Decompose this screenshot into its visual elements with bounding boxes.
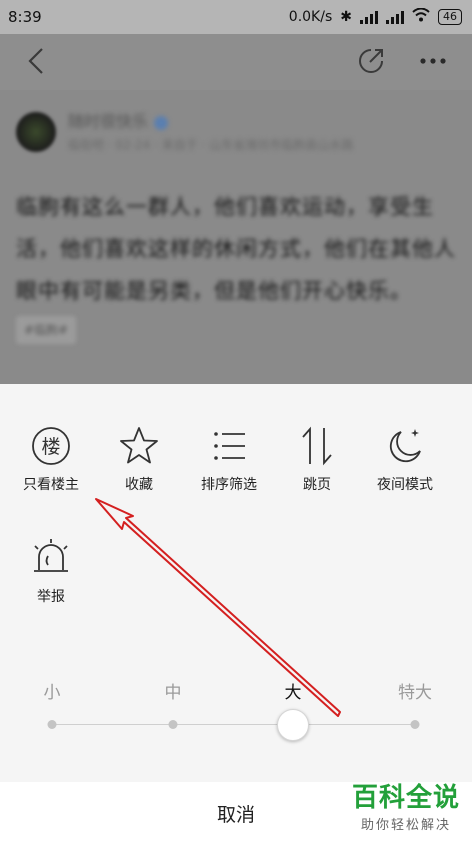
status-bar: 8:39 0.0K/s ✱ 46 xyxy=(0,0,472,34)
font-size-slider-thumb[interactable] xyxy=(277,709,309,741)
slider-dot xyxy=(410,720,420,729)
post-meta: 临街吧 · 02-24 · 来自于 · 山东省潍坊市临朐县山水路 xyxy=(68,138,354,152)
font-size-xlarge[interactable]: 特大 xyxy=(398,678,432,703)
action-night-mode[interactable]: 夜间模式 xyxy=(358,424,452,494)
signal-icon-2 xyxy=(386,10,404,24)
top-bar xyxy=(0,34,472,90)
jump-page-icon xyxy=(302,426,332,466)
action-only-op[interactable]: 楼 只看楼主 xyxy=(4,424,98,494)
back-arrow-icon[interactable] xyxy=(22,46,52,76)
status-icons: 0.0K/s ✱ 46 xyxy=(288,7,462,26)
action-label: 举报 xyxy=(37,589,65,605)
lou-circle-icon: 楼 xyxy=(32,427,70,465)
lou-glyph: 楼 xyxy=(41,436,60,458)
slider-dot xyxy=(168,720,178,729)
watermark-title: 百科全说 xyxy=(351,783,460,813)
avatar xyxy=(16,112,56,152)
wifi-icon xyxy=(412,7,430,26)
action-label: 夜间模式 xyxy=(377,477,433,493)
font-size-medium[interactable]: 中 xyxy=(165,678,182,703)
post-tag: #临朐# xyxy=(16,316,77,344)
action-label: 只看楼主 xyxy=(23,477,79,493)
action-favorite[interactable]: 收藏 xyxy=(92,424,186,494)
night-moon-icon xyxy=(389,429,421,463)
report-alarm-icon xyxy=(34,539,68,572)
post-body: 临朐有这么一群人，他们喜欢运动，享受生活，他们喜欢这样的休闲方式，他们在其他人眼… xyxy=(16,195,456,303)
font-size-large[interactable]: 大 xyxy=(285,678,302,703)
watermark-logo: 百科全说 助你轻松解决 xyxy=(352,782,460,833)
action-sort-filter[interactable]: 排序筛选 xyxy=(182,424,276,494)
post-content: 随时很快乐 临街吧 · 02-24 · 来自于 · 山东省潍坊市临朐县山水路 临… xyxy=(0,90,472,384)
watermark-subtitle: 助你轻松解决 xyxy=(360,818,451,833)
action-jump-page[interactable]: 跳页 xyxy=(270,424,364,494)
network-speed: 0.0K/s xyxy=(288,9,333,25)
post-author: 随时很快乐 xyxy=(68,108,169,132)
action-report[interactable]: 举报 xyxy=(4,536,98,606)
signal-icon xyxy=(360,10,378,24)
action-label: 排序筛选 xyxy=(201,477,257,493)
star-icon xyxy=(120,427,158,464)
action-label: 收藏 xyxy=(125,477,153,493)
font-size-small[interactable]: 小 xyxy=(44,678,61,703)
action-sheet: 楼 只看楼主 收藏 排序筛选 跳页 夜间模式 举报 小 中 大 特大 xyxy=(0,384,472,782)
share-icon[interactable] xyxy=(356,46,386,76)
more-dots-icon[interactable] xyxy=(418,46,448,76)
action-label: 跳页 xyxy=(303,477,331,493)
sort-list-icon xyxy=(214,432,245,460)
verified-icon xyxy=(154,115,169,130)
battery-icon: 46 xyxy=(438,9,462,25)
status-time: 8:39 xyxy=(8,8,42,26)
bluetooth-icon: ✱ xyxy=(340,9,352,25)
slider-dot xyxy=(47,720,57,729)
font-size-track[interactable] xyxy=(52,724,416,725)
